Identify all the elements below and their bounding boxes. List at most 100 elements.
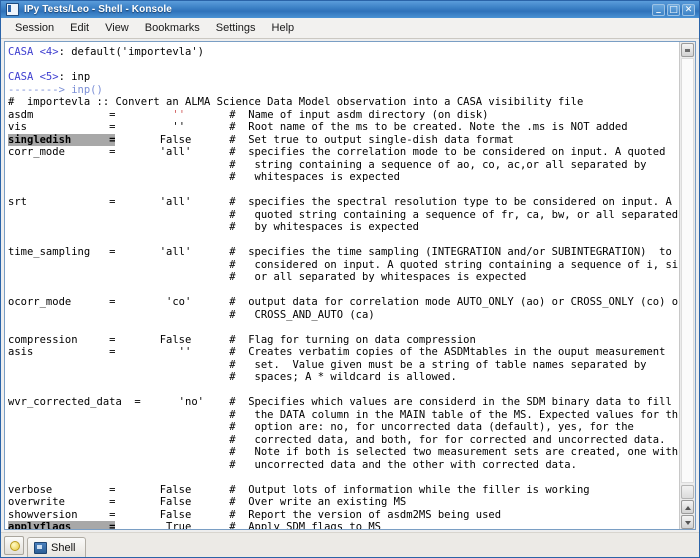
terminal-line: # or all separated by whitespaces is exp… [8,271,679,284]
terminal-line: compression = False # Flag for turning o… [8,334,679,347]
session-tab-label: Shell [51,541,76,554]
terminal-text: ocorr_mode = 'co' # output data for corr… [8,296,679,308]
terminal-line: # option are: no, for uncorrected data (… [8,421,679,434]
terminal-frame: CASA <4>: default('importevla') CASA <5>… [4,41,696,530]
menu-item-help[interactable]: Help [264,20,303,36]
terminal-line: --------> inp() [8,84,679,97]
terminal-line: # set. Value given must be a string of t… [8,359,679,372]
terminal-line: overwrite = False # Over write an existi… [8,496,679,509]
menu-item-edit[interactable]: Edit [62,20,97,36]
terminal-line: # the DATA column in the MAIN table of t… [8,409,679,422]
scroll-up-arrow[interactable] [681,500,694,514]
terminal-line: vis = '' # Root name of the ms to be cre… [8,121,679,134]
terminal-text: asdm [8,108,110,121]
terminal-line: corr_mode = 'all' # specifies the correl… [8,146,679,159]
terminal-line: # by whitespaces is expected [8,221,679,234]
terminal-text: # importevla :: Convert an ALMA Science … [8,96,584,108]
terminal-text: # CROSS_AND_AUTO (ca) [8,308,375,321]
minimize-button[interactable]: _ [652,3,665,16]
terminal-text: # by whitespaces is expected [8,221,419,233]
terminal-text: False [115,133,192,146]
terminal-text: CASA <4> [8,46,59,58]
terminal-text: # set. Value given must be a string of t… [8,358,647,371]
scrollbar-thumb[interactable] [681,43,694,57]
scrollbar-grip[interactable] [681,485,694,499]
terminal-text: # option are: no, for uncorrected data (… [8,421,634,433]
terminal-text: '' [115,108,186,121]
menu-item-view[interactable]: View [97,20,137,36]
terminal-line: # uncorrected data and the other with co… [8,459,679,472]
window-title: IPy Tests/Leo - Shell - Konsole [24,4,172,15]
terminal-text: # Set true to output single-dish data fo… [191,133,514,146]
terminal-text: : default('importevla') [58,46,204,58]
terminal-line: srt = 'all' # specifies the spectral res… [8,196,679,209]
terminal-text: # the DATA column in the MAIN table of t… [8,408,679,421]
terminal-line: # Note if both is selected two measureme… [8,446,679,459]
terminal-text: # spaces; A * wildcard is allowed. [8,371,457,383]
close-glyph: ✕ [684,4,693,15]
scrollbar-trough[interactable] [681,58,694,483]
maximize-button[interactable]: □ [667,3,680,16]
close-button[interactable]: ✕ [682,3,695,16]
session-tab-shell[interactable]: Shell [27,537,87,557]
terminal-output[interactable]: CASA <4>: default('importevla') CASA <5>… [5,42,679,529]
terminal-text: verbose = False # Output lots of informa… [8,483,590,496]
terminal-text: corr_mode = 'all' # specifies the correl… [8,146,666,158]
terminal-text: # Apply SDM flags to MS [191,521,381,529]
terminal-text: : inp [58,71,91,83]
terminal-line: wvr_corrected_data = 'no' # Specifies wh… [8,396,679,409]
terminal-text: CASA <5> [8,71,59,83]
terminal-text: # quoted string containing a sequence of… [8,208,679,221]
terminal-text: showversion = False # Report the version… [8,508,502,521]
minimize-glyph: _ [656,3,661,14]
terminal-text: singledish = [8,133,116,146]
terminal-line: CASA <4>: default('importevla') [8,46,679,59]
terminal-line: # considered on input. A quoted string c… [8,259,679,272]
terminal-line: # string containing a sequence of ao, co… [8,159,679,172]
terminal-text: --------> inp() [8,83,103,96]
scroll-down-arrow[interactable] [681,515,694,529]
terminal-line: asdm = '' # Name of input asdm directory… [8,109,679,122]
terminal-text: True [115,521,192,529]
new-session-button[interactable] [4,536,24,555]
title-bar[interactable]: IPy Tests/Leo - Shell - Konsole _ □ ✕ [1,1,699,18]
terminal-text: # uncorrected data and the other with co… [8,458,577,471]
maximize-glyph: □ [669,4,678,15]
vertical-scrollbar[interactable] [679,42,695,529]
terminal-line: # corrected data, and both, for for corr… [8,434,679,447]
konsole-window: IPy Tests/Leo - Shell - Konsole _ □ ✕ Se… [0,0,700,558]
terminal-icon [34,541,47,554]
terminal-text: vis [8,121,110,133]
terminal-text: # considered on input. A quoted string c… [8,258,679,271]
terminal-text: # corrected data, and both, for for corr… [8,433,666,446]
terminal-text: compression = False # Flag for turning o… [8,333,476,346]
terminal-line: asis = '' # Creates verbatim copies of t… [8,346,679,359]
terminal-text: # whitespaces is expected [8,171,400,183]
terminal-text: # string containing a sequence of ao, co… [8,158,647,171]
menu-item-bookmarks[interactable]: Bookmarks [137,20,208,36]
menu-item-settings[interactable]: Settings [208,20,264,36]
terminal-text: '' [115,121,186,133]
terminal-line: showversion = False # Report the version… [8,509,679,522]
konsole-icon [6,3,19,16]
terminal-text: asis = '' # Creates verbatim copies of t… [8,346,666,358]
terminal-line: # spaces; A * wildcard is allowed. [8,371,679,384]
terminal-line: # importevla :: Convert an ALMA Science … [8,96,679,109]
terminal-text: # Root name of the ms to be created. Not… [185,121,628,133]
terminal-line: # whitespaces is expected [8,171,679,184]
menu-item-session[interactable]: Session [7,20,62,36]
terminal-text: time_sampling = 'all' # specifies the ti… [8,246,679,258]
terminal-line: ocorr_mode = 'co' # output data for corr… [8,296,679,309]
terminal-text: wvr_corrected_data = 'no' # Specifies wh… [8,396,672,408]
terminal-text: srt = 'all' # specifies the spectral res… [8,196,672,208]
terminal-line: # CROSS_AND_AUTO (ca) [8,309,679,322]
terminal-text: # Note if both is selected two measureme… [8,446,679,458]
terminal-text: # Name of input asdm directory (on disk) [185,108,489,121]
terminal-line: # quoted string containing a sequence of… [8,209,679,222]
